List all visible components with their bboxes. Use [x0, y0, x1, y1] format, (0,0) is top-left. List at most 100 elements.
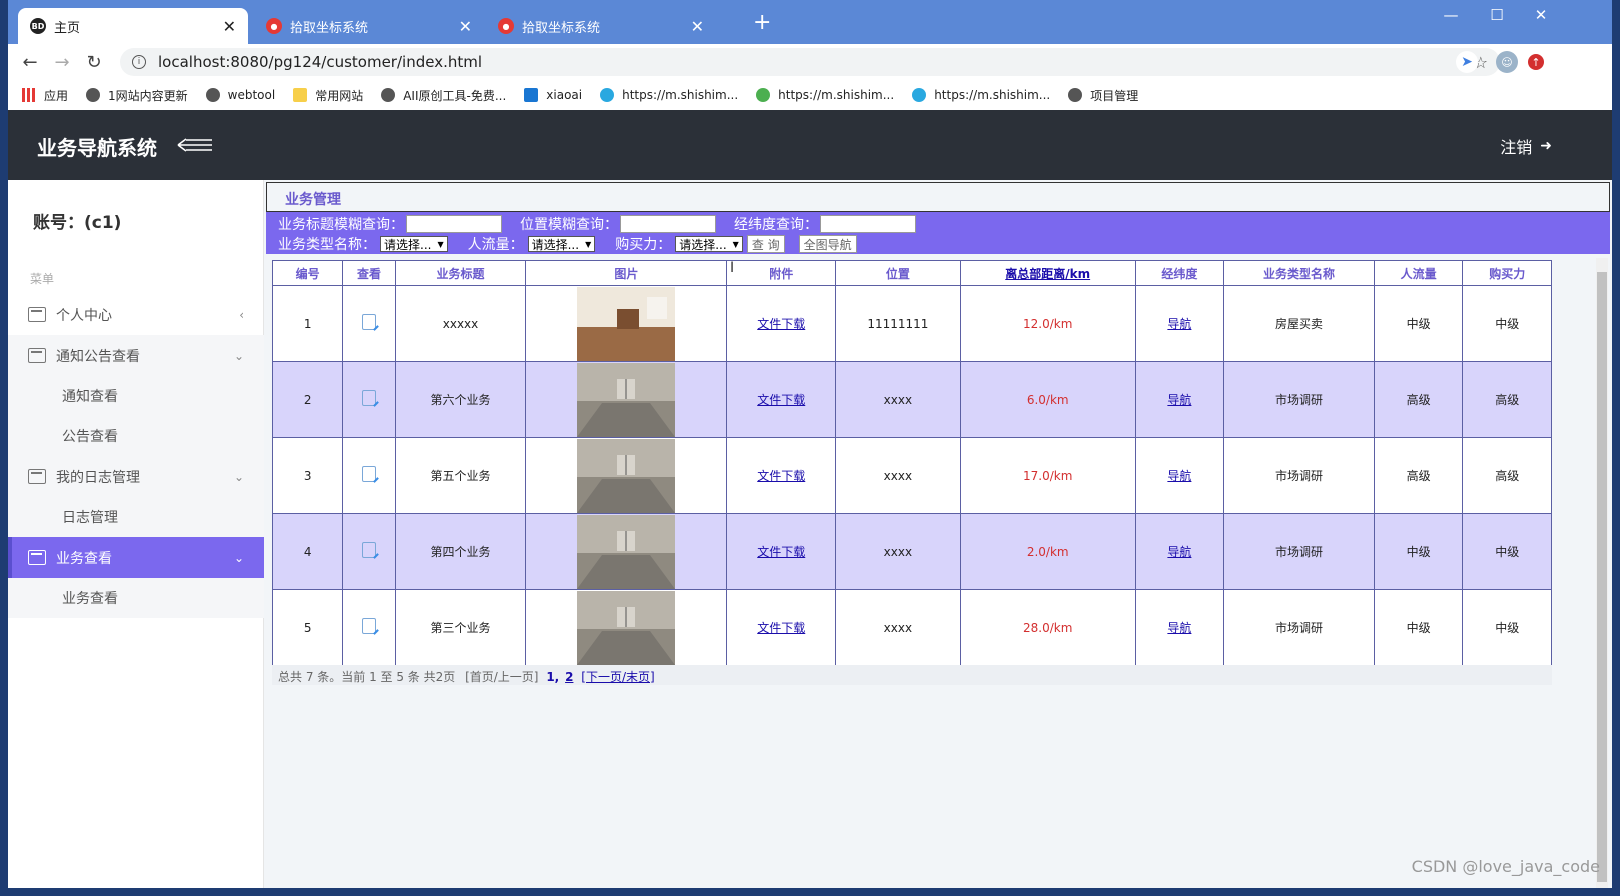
cell-id: 5	[271, 589, 344, 666]
sidebar-item-business-view[interactable]: 业务查看 ⌄	[8, 537, 264, 578]
bookmark-item[interactable]: AII原创工具-免费...	[381, 87, 506, 104]
logout-button[interactable]: 注销 ➜	[1500, 134, 1552, 158]
window-icon	[28, 348, 46, 363]
position-search-input[interactable]	[620, 215, 716, 233]
bookmark-item[interactable]: xiaoai	[524, 88, 582, 102]
sidebar-item-notices[interactable]: 通知公告查看 ⌄	[8, 335, 264, 376]
navigate-link[interactable]: 导航	[1167, 469, 1191, 483]
sidebar-subitem-log[interactable]: 日志管理	[8, 497, 264, 537]
baidu-favicon-icon: BD	[30, 18, 46, 34]
bookmark-item[interactable]: https://m.shishim...	[756, 88, 894, 102]
close-window-icon[interactable]: ✕	[1526, 6, 1556, 24]
buy-label: 购买力：	[615, 237, 672, 253]
apps-grid-icon	[22, 88, 36, 102]
tab-coordinate-2[interactable]: ● 拾取坐标系统 ✕	[486, 8, 716, 44]
cell-distance: 12.0/km	[959, 285, 1136, 362]
flow-select[interactable]: 请选择... ▼	[527, 236, 596, 252]
maximize-icon[interactable]: ☐	[1482, 6, 1512, 24]
close-tab-icon[interactable]: ✕	[459, 17, 472, 36]
cell-view[interactable]	[342, 285, 396, 362]
sidebar-item-log-management[interactable]: 我的日志管理 ⌄	[8, 456, 264, 497]
cell-id: 2	[271, 361, 344, 438]
close-tab-icon[interactable]: ✕	[223, 17, 236, 36]
cell-attachment: 文件下载	[726, 589, 837, 666]
cell-view[interactable]	[342, 589, 396, 666]
cell-image	[525, 589, 728, 666]
bookmark-item[interactable]: 项目管理	[1068, 87, 1138, 104]
column-header-sortable[interactable]: 离总部距离/km	[959, 260, 1136, 286]
bookmark-item[interactable]: webtool	[205, 88, 275, 102]
cell-view[interactable]	[342, 437, 396, 514]
type-select[interactable]: 请选择... ▼	[380, 236, 448, 252]
bookmark-item[interactable]: https://m.shishim...	[912, 88, 1050, 102]
navigate-link[interactable]: 导航	[1167, 317, 1191, 331]
navigate-link[interactable]: 导航	[1167, 545, 1191, 559]
next-last-link[interactable]: [下一页/末页]	[581, 670, 654, 684]
close-tab-icon[interactable]: ✕	[691, 17, 704, 36]
collapse-menu-icon[interactable]	[176, 135, 214, 155]
profile-avatar-icon[interactable]: ☺	[1496, 51, 1518, 73]
extension-red-icon[interactable]: ↑	[1528, 54, 1544, 70]
map-pin-favicon-icon: ●	[498, 18, 514, 34]
title-search-input[interactable]	[406, 215, 502, 233]
view-edit-icon[interactable]	[362, 542, 377, 558]
logout-label: 注销	[1500, 138, 1533, 157]
minimize-icon[interactable]: —	[1436, 6, 1466, 24]
lnglat-search-input[interactable]	[820, 215, 916, 233]
column-header: 业务标题	[394, 260, 527, 286]
bookmark-apps[interactable]: 应用	[22, 87, 68, 104]
buy-select[interactable]: 请选择... ▼	[675, 236, 743, 252]
column-header: 位置	[835, 260, 961, 286]
navigate-link[interactable]: 导航	[1167, 393, 1191, 407]
cell-attachment: 文件下载	[726, 513, 837, 590]
sidebar-subitem-business-view[interactable]: 业务查看	[8, 578, 264, 618]
sort-distance-link[interactable]: 离总部距离/km	[1005, 267, 1090, 281]
reload-icon[interactable]: ↻	[78, 52, 110, 73]
view-edit-icon[interactable]	[362, 466, 377, 482]
extension-bird-icon[interactable]: ➤	[1456, 51, 1478, 73]
page-2-link[interactable]: 2	[565, 670, 573, 684]
cell-lnglat: 导航	[1134, 513, 1225, 590]
download-link[interactable]: 文件下载	[757, 545, 805, 559]
cell-lnglat: 导航	[1134, 437, 1225, 514]
view-edit-icon[interactable]	[362, 390, 377, 406]
sidebar-subitem-notice-view[interactable]: 通知查看	[8, 376, 264, 416]
fullmap-button[interactable]: 全图导航	[798, 235, 857, 253]
app-title: 业务导航系统	[37, 136, 157, 160]
bookmark-folder[interactable]: 常用网站	[293, 87, 363, 104]
sidebar-subitem-announcement-view[interactable]: 公告查看	[8, 416, 264, 456]
view-edit-icon[interactable]	[362, 314, 377, 330]
download-link[interactable]: 文件下载	[757, 621, 805, 635]
first-prev-link[interactable]: [首页/上一页]	[465, 670, 538, 684]
cell-position: xxxx	[835, 513, 961, 590]
cell-lnglat: 导航	[1134, 589, 1225, 666]
account-label: 账号：(c1)	[33, 213, 122, 233]
download-link[interactable]: 文件下载	[757, 317, 805, 331]
room-photo	[577, 286, 676, 361]
info-icon[interactable]: i	[132, 55, 146, 69]
navigate-link[interactable]: 导航	[1167, 621, 1191, 635]
chevron-left-icon: ‹	[239, 307, 244, 322]
cell-id: 4	[271, 513, 344, 590]
cell-title: xxxxx	[394, 285, 527, 362]
pager-summary: 总共 7 条。当前 1 至 5 条 共2页	[278, 670, 456, 684]
sidebar-item-personal-center[interactable]: 个人中心 ‹	[8, 294, 264, 335]
cell-view[interactable]	[342, 361, 396, 438]
vertical-scrollbar[interactable]	[1596, 258, 1608, 888]
cell-buy: 高级	[1462, 437, 1552, 514]
new-tab-icon[interactable]: +	[753, 10, 771, 35]
view-edit-icon[interactable]	[362, 618, 377, 634]
bookmark-item[interactable]: 1网站内容更新	[86, 87, 188, 104]
cell-view[interactable]	[342, 513, 396, 590]
tab-coordinate-1[interactable]: ● 拾取坐标系统 ✕	[254, 8, 484, 44]
download-link[interactable]: 文件下载	[757, 469, 805, 483]
bookmark-item[interactable]: https://m.shishim...	[600, 88, 738, 102]
url-input[interactable]: i localhost:8080/pg124/customer/index.ht…	[120, 48, 1500, 76]
query-button[interactable]: 查 询	[746, 235, 785, 253]
tab-home[interactable]: BD 主页 ✕	[18, 8, 248, 44]
scrollbar-thumb[interactable]	[1597, 272, 1607, 882]
window-icon	[28, 550, 46, 565]
forward-icon[interactable]: →	[46, 52, 78, 73]
download-link[interactable]: 文件下载	[757, 393, 805, 407]
back-icon[interactable]: ←	[14, 52, 46, 73]
